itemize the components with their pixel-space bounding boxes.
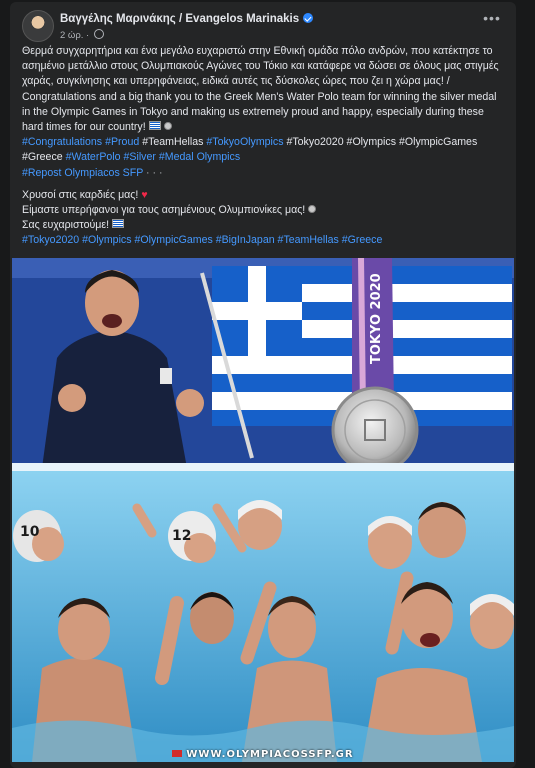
hashtags-line-2[interactable]: #Tokyo2020 #Olympics #OlympicGames #BigI… xyxy=(22,233,506,248)
cap-number-12: 12 xyxy=(172,528,191,544)
hashtag[interactable]: #Silver xyxy=(124,151,156,163)
hashtag[interactable]: #Medal xyxy=(159,151,194,163)
hashtag[interactable]: #TokyoOlympics xyxy=(206,136,283,148)
more-options-icon[interactable]: ••• xyxy=(480,11,504,30)
heart-emoji: ♥ xyxy=(141,188,148,201)
pool-edge xyxy=(12,463,514,471)
author-avatar[interactable] xyxy=(22,10,54,42)
gold-line: Χρυσοί στις καρδιές μας! ♥ xyxy=(22,188,506,203)
author-name-text[interactable]: Βαγγέλης Μαρινάκης / Evangelos Marinakis xyxy=(60,13,299,25)
paragraph-text: Θερμά συγχαρητήρια και ένα μεγάλο ευχαρι… xyxy=(22,45,499,134)
proud-line-text: Είμαστε υπερήφανοι για τους ασημένιους Ο… xyxy=(22,204,306,217)
watermark-flag xyxy=(172,750,183,757)
thanks-line: Σας ευχαριστούμε! xyxy=(22,218,506,233)
hashtag[interactable]: #Olympics xyxy=(347,136,396,148)
hashtag[interactable]: Olympics xyxy=(197,151,241,163)
post-time[interactable]: 2 ώρ. xyxy=(60,30,83,41)
photo-collage: TOKYO 2020 10 12 xyxy=(12,258,514,762)
proud-line: Είμαστε υπερήφανοι για τους ασημένιους Ο… xyxy=(22,203,506,218)
hashtag[interactable]: #WaterPolo xyxy=(66,151,121,163)
cap-number-10: 10 xyxy=(20,524,40,540)
gold-line-text: Χρυσοί στις καρδιές μας! xyxy=(22,188,139,201)
repost-link[interactable]: #Repost Olympiacos SFP xyxy=(22,167,143,179)
author-name[interactable]: Βαγγέλης Μαρινάκης / Evangelos Marinakis xyxy=(60,13,314,25)
facebook-post: Βαγγέλης Μαρινάκης / Evangelos Marinakis… xyxy=(10,2,516,768)
medal-emoji xyxy=(163,122,172,131)
verified-icon xyxy=(303,13,314,23)
post-header: Βαγγέλης Μαρινάκης / Evangelos Marinakis… xyxy=(22,10,504,44)
thanks-line-text: Σας ευχαριστούμε! xyxy=(22,219,110,232)
post-paragraph: Θερμά συγχαρητήρια και ένα μεγάλο ευχαρι… xyxy=(22,44,506,135)
post-photo[interactable]: TOKYO 2020 10 12 WWW.OLYMPIACOSSFP.GR xyxy=(12,258,514,762)
hashtags-line-1: #Congratulations #Proud #TeamHellas #Tok… xyxy=(22,135,506,165)
watermark: WWW.OLYMPIACOSSFP.GR xyxy=(12,749,514,760)
globe-icon xyxy=(93,29,104,39)
medal-emoji xyxy=(308,205,317,214)
watermark-text: WWW.OLYMPIACOSSFP.GR xyxy=(186,749,354,760)
hashtag[interactable]: #Proud xyxy=(105,136,139,148)
repost-line: #Repost Olympiacos SFP · · · xyxy=(22,166,506,181)
hashtag[interactable]: #TeamHellas xyxy=(142,136,203,148)
hashtag[interactable]: #Congratulations xyxy=(22,136,102,148)
greek-flag-emoji xyxy=(112,219,124,229)
post-text: Θερμά συγχαρητήρια και ένα μεγάλο ευχαρι… xyxy=(22,44,506,249)
greek-flag-emoji xyxy=(148,121,161,131)
hashtag[interactable]: #OlympicGames xyxy=(399,136,477,148)
hashtag[interactable]: #Greece xyxy=(22,151,63,163)
hashtag[interactable]: #Tokyo2020 xyxy=(286,136,343,148)
hashtags-2-text[interactable]: #Tokyo2020 #Olympics #OlympicGames #BigI… xyxy=(22,234,382,246)
post-meta: 2 ώρ. · xyxy=(60,29,104,41)
ribbon-text: TOKYO 2020 xyxy=(369,273,384,364)
repost-more[interactable]: · · · xyxy=(146,167,162,179)
